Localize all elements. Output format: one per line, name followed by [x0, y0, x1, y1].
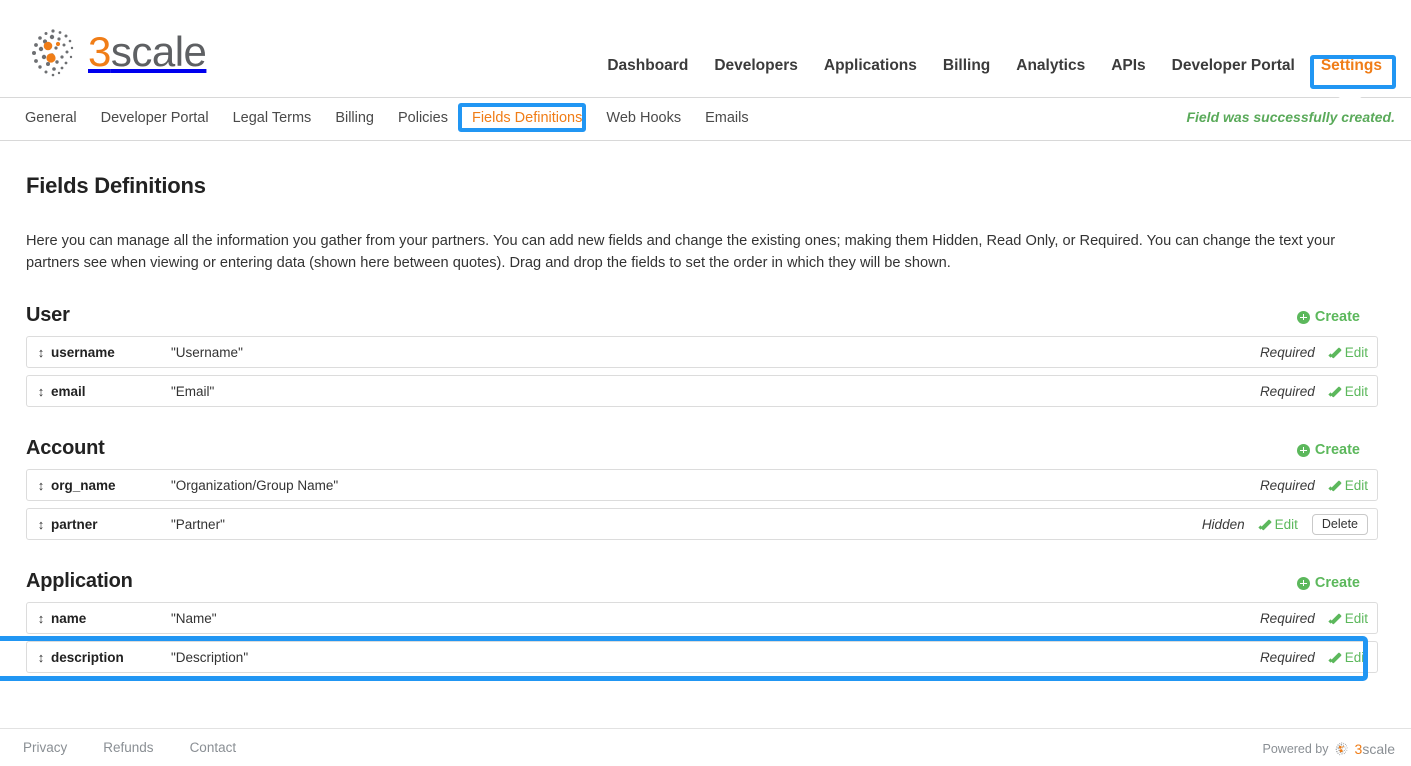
edit-field-button[interactable]: Edit — [1329, 611, 1368, 626]
create-label: Create — [1314, 575, 1360, 591]
3scale-dots-logo-icon — [26, 24, 82, 80]
footer-link-contact[interactable]: Contact — [172, 740, 255, 755]
drag-handle-icon[interactable]: ↕ — [31, 651, 51, 664]
subnav-item-legal-terms[interactable]: Legal Terms — [221, 108, 324, 128]
main-content: Fields Definitions Here you can manage a… — [0, 173, 1411, 681]
field-system-name: org_name — [51, 477, 116, 493]
status-badge: Required — [1259, 383, 1315, 399]
status-badge: Required — [1259, 610, 1315, 626]
create-label: Create — [1314, 442, 1360, 458]
edit-label: Edit — [1274, 516, 1298, 532]
table-row[interactable]: ↕ email "Email" Required Edit — [26, 375, 1378, 407]
edit-field-button[interactable]: Edit — [1329, 650, 1368, 665]
plus-circle-icon — [1296, 443, 1310, 457]
section-title-application: Application — [26, 570, 133, 592]
table-row[interactable]: ↕ username "Username" Required Edit — [26, 336, 1378, 368]
edit-label: Edit — [1344, 649, 1368, 665]
edit-label: Edit — [1344, 344, 1368, 360]
pencil-icon — [1329, 385, 1341, 397]
nav-item-developers[interactable]: Developers — [701, 56, 811, 76]
3scale-logo[interactable]: 3scale — [26, 24, 207, 80]
pencil-icon — [1329, 651, 1341, 663]
pencil-icon — [1329, 346, 1341, 358]
drag-handle-icon[interactable]: ↕ — [31, 385, 51, 398]
subnav-item-billing[interactable]: Billing — [323, 108, 386, 128]
page-intro-text: Here you can manage all the information … — [26, 233, 1336, 271]
flash-success-message: Field was successfully created. — [1186, 109, 1395, 125]
field-display-label: "Partner" — [171, 516, 225, 532]
page-title: Fields Definitions — [26, 173, 206, 198]
field-system-name: description — [51, 649, 124, 665]
subnav-item-policies[interactable]: Policies — [386, 108, 460, 128]
table-row-partner[interactable]: ↕ partner "Partner" Hidden Edit Delete — [26, 508, 1378, 540]
create-label: Create — [1314, 309, 1360, 325]
nav-item-dashboard[interactable]: Dashboard — [594, 56, 701, 76]
edit-field-button[interactable]: Edit — [1329, 345, 1368, 360]
section-title-user: User — [26, 304, 70, 326]
pencil-icon — [1259, 518, 1271, 530]
page-header: 3scale Dashboard Developers Applications… — [0, 0, 1411, 98]
powered-by-label: Powered by — [1262, 742, 1329, 756]
field-display-label: "Email" — [171, 383, 215, 399]
pencil-icon — [1329, 479, 1341, 491]
section-application: Application Create ↕ name "Name" Require… — [26, 570, 1385, 673]
section-user: User Create ↕ username "Username" Requir… — [26, 304, 1385, 407]
page-footer: Privacy Refunds Contact Powered by 3scal… — [0, 728, 1411, 766]
table-row[interactable]: ↕ name "Name" Required Edit — [26, 602, 1378, 634]
settings-subnavigation: General Developer Portal Legal Terms Bil… — [0, 90, 1411, 141]
subnav-item-emails[interactable]: Emails — [693, 108, 761, 128]
footer-link-refunds[interactable]: Refunds — [85, 740, 171, 755]
field-display-label: "Name" — [171, 610, 217, 626]
field-display-label: "Organization/Group Name" — [171, 477, 339, 493]
edit-label: Edit — [1344, 610, 1368, 626]
create-account-field-button[interactable]: Create — [1296, 442, 1360, 458]
plus-circle-icon — [1296, 310, 1310, 324]
nav-item-settings[interactable]: Settings — [1308, 56, 1395, 76]
plus-circle-icon — [1296, 576, 1310, 590]
pencil-icon — [1329, 612, 1341, 624]
edit-field-button[interactable]: Edit — [1329, 478, 1368, 493]
create-application-field-button[interactable]: Create — [1296, 575, 1360, 591]
table-row[interactable]: ↕ description "Description" Required Edi… — [26, 641, 1378, 673]
status-badge: Required — [1259, 477, 1315, 493]
nav-item-developer-portal[interactable]: Developer Portal — [1159, 56, 1308, 76]
edit-label: Edit — [1344, 383, 1368, 399]
main-navigation: Dashboard Developers Applications Billin… — [594, 56, 1395, 76]
nav-item-apis[interactable]: APIs — [1098, 56, 1158, 76]
field-system-name: email — [51, 383, 86, 399]
status-badge: Hidden — [1201, 516, 1245, 532]
drag-handle-icon[interactable]: ↕ — [31, 612, 51, 625]
drag-handle-icon[interactable]: ↕ — [31, 346, 51, 359]
field-display-label: "Username" — [171, 344, 243, 360]
section-title-account: Account — [26, 437, 105, 459]
drag-handle-icon[interactable]: ↕ — [31, 479, 51, 492]
3scale-wordmark-small: 3scale — [1354, 741, 1395, 757]
field-system-name: name — [51, 610, 87, 626]
table-row[interactable]: ↕ org_name "Organization/Group Name" Req… — [26, 469, 1378, 501]
field-system-name: username — [51, 344, 115, 360]
subnav-item-general[interactable]: General — [25, 108, 89, 128]
3scale-wordmark: 3scale — [88, 28, 207, 75]
edit-label: Edit — [1344, 477, 1368, 493]
drag-handle-icon[interactable]: ↕ — [31, 518, 51, 531]
create-user-field-button[interactable]: Create — [1296, 309, 1360, 325]
edit-field-button[interactable]: Edit — [1259, 517, 1298, 532]
delete-field-button[interactable]: Delete — [1311, 513, 1368, 535]
subnav-item-fields-definitions[interactable]: Fields Definitions — [460, 108, 594, 128]
powered-by-3scale: Powered by 3scale — [1263, 741, 1396, 757]
status-badge: Required — [1259, 649, 1315, 665]
active-tab-notch-icon — [1337, 90, 1363, 99]
nav-item-analytics[interactable]: Analytics — [1003, 56, 1098, 76]
subnav-item-developer-portal[interactable]: Developer Portal — [89, 108, 221, 128]
field-display-label: "Description" — [171, 649, 249, 665]
3scale-dots-logo-icon-small — [1334, 741, 1350, 757]
edit-field-button[interactable]: Edit — [1329, 384, 1368, 399]
field-system-name: partner — [51, 516, 98, 532]
status-badge: Required — [1259, 344, 1315, 360]
subnav-item-web-hooks[interactable]: Web Hooks — [594, 108, 693, 128]
footer-link-privacy[interactable]: Privacy — [5, 740, 85, 755]
section-account: Account Create ↕ org_name "Organization/… — [26, 437, 1385, 540]
nav-item-applications[interactable]: Applications — [811, 56, 930, 76]
nav-item-billing[interactable]: Billing — [930, 56, 1003, 76]
